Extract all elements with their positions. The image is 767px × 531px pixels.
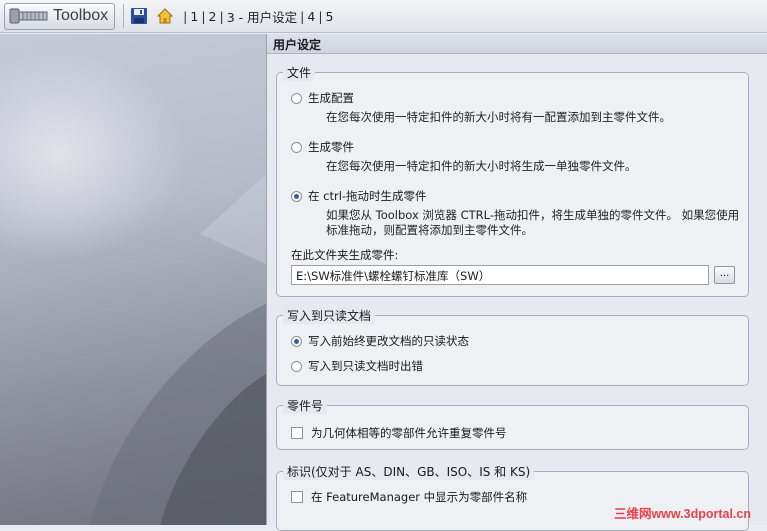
option-duplicate-part-number[interactable]: 为几何体相等的零部件允许重复零件号 bbox=[291, 425, 507, 441]
option-ctrl-drag-label: 在 ctrl-拖动时生成零件 bbox=[308, 189, 427, 203]
option-ctrl-drag[interactable]: 在 ctrl-拖动时生成零件 bbox=[291, 188, 427, 204]
browse-button[interactable]: ... bbox=[714, 266, 735, 284]
option-error-readonly-label: 写入到只读文档时出错 bbox=[308, 359, 423, 373]
radio-change-readonly[interactable] bbox=[291, 335, 302, 347]
top-toolbar: Toolbox | 1 | 2 | 3 - 用户设定 | 4 | 5 bbox=[0, 0, 767, 33]
option-change-readonly-label: 写入前始终更改文档的只读状态 bbox=[308, 334, 469, 348]
user-settings-panel: 用户设定 文件 生成配置 在您每次使用一特定扣件的新大小时将有一配置添加到主零件… bbox=[266, 34, 767, 531]
option-generate-config-desc: 在您每次使用一特定扣件的新大小时将有一配置添加到主零件文件。 bbox=[326, 110, 671, 124]
option-generate-config[interactable]: 生成配置 bbox=[291, 90, 354, 106]
toolbar-divider bbox=[123, 4, 125, 28]
file-group: 文件 生成配置 在您每次使用一特定扣件的新大小时将有一配置添加到主零件文件。 生… bbox=[276, 64, 749, 297]
graphics-viewport[interactable] bbox=[0, 34, 266, 525]
step-link-5[interactable]: 5 bbox=[324, 9, 336, 24]
readonly-group-legend: 写入到只读文档 bbox=[283, 307, 376, 324]
option-generate-part-label: 生成零件 bbox=[308, 140, 354, 154]
step-link-2[interactable]: 2 bbox=[207, 9, 219, 24]
option-generate-part[interactable]: 生成零件 bbox=[291, 139, 354, 155]
site-watermark: 三维网www.3dportal.cn bbox=[613, 507, 751, 521]
toolbox-title: Toolbox bbox=[53, 7, 109, 24]
option-change-readonly[interactable]: 写入前始终更改文档的只读状态 bbox=[291, 333, 469, 349]
toolbox-logo-button[interactable]: Toolbox bbox=[4, 2, 116, 30]
option-ctrl-drag-desc: 如果您从 Toolbox 浏览器 CTRL-拖动扣件，将生成单独的零件文件。 如… bbox=[326, 208, 740, 237]
step-link-1[interactable]: 1 bbox=[188, 9, 200, 24]
readonly-group: 写入到只读文档 写入前始终更改文档的只读状态 写入到只读文档时出错 bbox=[276, 307, 749, 386]
folder-path-input[interactable]: E:\SW标准件\螺栓螺钉标准库（SW） bbox=[291, 265, 709, 285]
file-group-legend: 文件 bbox=[283, 64, 316, 81]
option-show-component-name[interactable]: 在 FeatureManager 中显示为零部件名称 bbox=[291, 489, 527, 505]
radio-generate-part[interactable] bbox=[291, 141, 302, 153]
model-background-graphic bbox=[90, 174, 266, 525]
identification-group: 标识(仅对于 AS、DIN、GB、ISO、IS 和 KS) 在 FeatureM… bbox=[276, 463, 749, 531]
radio-generate-config[interactable] bbox=[291, 92, 302, 104]
step-link-4[interactable]: 4 bbox=[305, 9, 317, 24]
breadcrumb: | 1 | 2 | 3 - 用户设定 | 4 | 5 bbox=[183, 7, 336, 26]
panel-title: 用户设定 bbox=[267, 34, 767, 54]
radio-error-readonly[interactable] bbox=[291, 360, 302, 372]
identification-group-legend: 标识(仅对于 AS、DIN、GB、ISO、IS 和 KS) bbox=[283, 463, 535, 480]
part-number-group-legend: 零件号 bbox=[283, 397, 328, 414]
option-error-readonly[interactable]: 写入到只读文档时出错 bbox=[291, 358, 423, 374]
save-icon[interactable] bbox=[130, 7, 148, 25]
option-generate-config-label: 生成配置 bbox=[308, 91, 354, 105]
home-icon[interactable] bbox=[156, 7, 174, 25]
step-link-3-current[interactable]: 3 - 用户设定 bbox=[225, 7, 299, 26]
radio-ctrl-drag[interactable] bbox=[291, 190, 302, 202]
checkbox-duplicate-part-number[interactable] bbox=[291, 427, 303, 439]
bolt-icon bbox=[9, 8, 48, 24]
part-number-group: 零件号 为几何体相等的零部件允许重复零件号 bbox=[276, 397, 749, 450]
option-generate-part-desc: 在您每次使用一特定扣件的新大小时将生成一单独零件文件。 bbox=[326, 159, 637, 173]
folder-label: 在此文件夹生成零件: bbox=[291, 248, 399, 262]
checkbox-show-component-name[interactable] bbox=[291, 491, 303, 503]
option-show-component-name-label: 在 FeatureManager 中显示为零部件名称 bbox=[311, 490, 528, 504]
option-duplicate-part-number-label: 为几何体相等的零部件允许重复零件号 bbox=[311, 426, 507, 440]
